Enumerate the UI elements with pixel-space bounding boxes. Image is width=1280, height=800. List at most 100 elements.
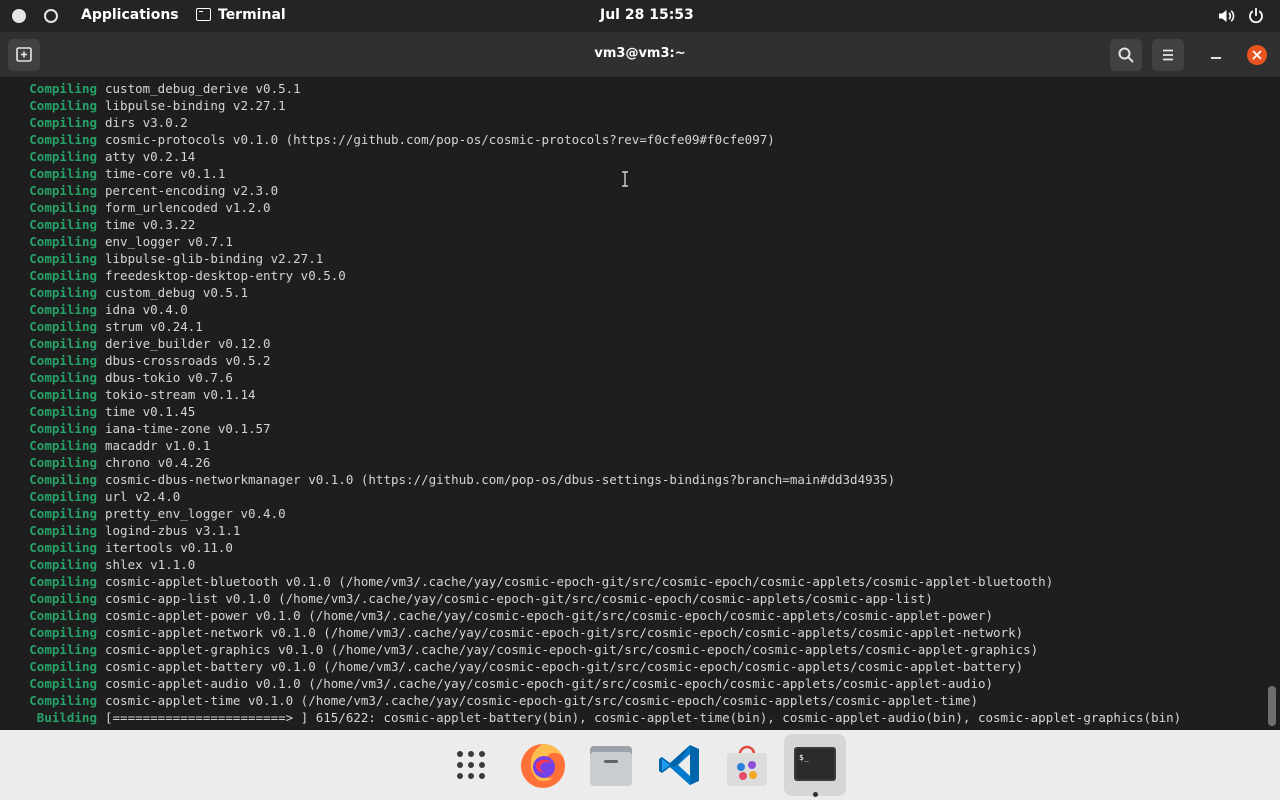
- terminal-line: Compiling freedesktop-desktop-entry v0.5.…: [0, 267, 1262, 284]
- dock-item-app-grid[interactable]: [440, 734, 502, 796]
- search-icon: [1118, 47, 1134, 63]
- build-status-label: Compiling: [29, 693, 97, 708]
- scrollbar-thumb[interactable]: [1268, 686, 1276, 726]
- build-line-text: url v2.4.0: [105, 489, 181, 504]
- build-line-text: dbus-crossroads v0.5.2: [105, 353, 271, 368]
- app-grid-icon: [457, 751, 485, 779]
- terminal-line: Compiling form_urlencoded v1.2.0: [0, 199, 1262, 216]
- build-status-label: Compiling: [29, 234, 97, 249]
- build-line-text: logind-zbus v3.1.1: [105, 523, 241, 538]
- new-tab-button[interactable]: [8, 39, 40, 71]
- dock-item-vscode[interactable]: [648, 734, 710, 796]
- terminal-line: Compiling derive_builder v0.12.0: [0, 335, 1262, 352]
- build-line-text: pretty_env_logger v0.4.0: [105, 506, 286, 521]
- build-status-label: Compiling: [29, 285, 97, 300]
- build-status-label: Compiling: [29, 319, 97, 334]
- build-status-label: Compiling: [29, 608, 97, 623]
- terminal-line: Compiling atty v0.2.14: [0, 148, 1262, 165]
- build-line-text: cosmic-applet-audio v0.1.0 (/home/vm3/.c…: [105, 676, 994, 691]
- terminal-line: Compiling time-core v0.1.1: [0, 165, 1262, 182]
- build-status-label: Compiling: [29, 506, 97, 521]
- build-status-label: Compiling: [29, 659, 97, 674]
- terminal-line: Compiling pretty_env_logger v0.4.0: [0, 505, 1262, 522]
- terminal-line: Compiling cosmic-applet-graphics v0.1.0 (…: [0, 641, 1262, 658]
- build-line-text: idna v0.4.0: [105, 302, 188, 317]
- build-line-text: time v0.3.22: [105, 217, 196, 232]
- applications-menu[interactable]: Applications: [81, 7, 179, 23]
- new-tab-icon: [16, 47, 32, 62]
- terminal-output[interactable]: Compiling custom_debug_derive v0.5.1 Compi…: [0, 79, 1280, 730]
- terminal-line: Compiling dirs v3.0.2: [0, 114, 1262, 131]
- terminal-line: Compiling cosmic-applet-bluetooth v0.1.0 …: [0, 573, 1262, 590]
- build-status-label: Compiling: [29, 370, 97, 385]
- build-line-text: libpulse-glib-binding v2.27.1: [105, 251, 324, 266]
- terminal-line: Compiling url v2.4.0: [0, 488, 1262, 505]
- active-app-label: Terminal: [218, 7, 286, 23]
- terminal-line: Compiling percent-encoding v2.3.0: [0, 182, 1262, 199]
- clock[interactable]: Jul 28 15:53: [600, 7, 694, 23]
- volume-icon[interactable]: [1216, 6, 1236, 26]
- build-line-text: [=======================> ] 615/622: cos…: [105, 710, 1182, 725]
- terminal-line: Compiling itertools v0.11.0: [0, 539, 1262, 556]
- dock-item-firefox[interactable]: [512, 734, 574, 796]
- build-status-label: Compiling: [29, 472, 97, 487]
- build-status-label: Compiling: [29, 149, 97, 164]
- terminal-line: Compiling cosmic-protocols v0.1.0 (https:…: [0, 131, 1262, 148]
- build-line-text: cosmic-applet-power v0.1.0 (/home/vm3/.c…: [105, 608, 994, 623]
- build-line-text: atty v0.2.14: [105, 149, 196, 164]
- build-status-label: Compiling: [29, 438, 97, 453]
- build-line-text: cosmic-applet-battery v0.1.0 (/home/vm3/…: [105, 659, 1024, 674]
- build-status-label: Compiling: [29, 540, 97, 555]
- hamburger-icon: [1163, 49, 1173, 61]
- build-status-label: Compiling: [29, 642, 97, 657]
- firefox-icon: [521, 744, 565, 788]
- active-app-menu[interactable]: Terminal: [196, 7, 286, 23]
- search-button[interactable]: [1110, 39, 1142, 71]
- build-line-text: cosmic-applet-time v0.1.0 (/home/vm3/.ca…: [105, 693, 978, 708]
- minimize-button[interactable]: [1205, 46, 1227, 66]
- build-line-text: percent-encoding v2.3.0: [105, 183, 279, 198]
- build-line-text: cosmic-applet-bluetooth v0.1.0 (/home/vm…: [105, 574, 1054, 589]
- build-status-label: Compiling: [29, 421, 97, 436]
- build-line-text: strum v0.24.1: [105, 319, 203, 334]
- terminal-line: Building [=======================> ] 615/…: [0, 709, 1262, 726]
- workspace-ring-icon[interactable]: [44, 9, 58, 23]
- build-line-text: chrono v0.4.26: [105, 455, 211, 470]
- dock-item-terminal[interactable]: $_: [784, 734, 846, 797]
- power-icon[interactable]: [1246, 6, 1266, 26]
- build-status-label: Compiling: [29, 676, 97, 691]
- terminal-line: Compiling cosmic-applet-audio v0.1.0 (/ho…: [0, 675, 1262, 692]
- dock-item-software-store[interactable]: [716, 734, 778, 796]
- build-status-label: Compiling: [29, 268, 97, 283]
- terminal-line: Compiling custom_debug_derive v0.5.1: [0, 80, 1262, 97]
- build-line-text: libpulse-binding v2.27.1: [105, 98, 286, 113]
- build-line-text: macaddr v1.0.1: [105, 438, 211, 453]
- build-line-text: dirs v3.0.2: [105, 115, 188, 130]
- build-status-label: Compiling: [29, 336, 97, 351]
- build-status-label: Compiling: [29, 489, 97, 504]
- hamburger-menu-button[interactable]: [1152, 39, 1184, 71]
- terminal-line: Compiling time v0.3.22: [0, 216, 1262, 233]
- close-button[interactable]: [1247, 45, 1267, 65]
- terminal-line: Compiling shlex v1.1.0: [0, 556, 1262, 573]
- terminal-line: Compiling iana-time-zone v0.1.57: [0, 420, 1262, 437]
- terminal-line: Compiling cosmic-applet-power v0.1.0 (/ho…: [0, 607, 1262, 624]
- build-status-label: Compiling: [29, 115, 97, 130]
- build-line-text: form_urlencoded v1.2.0: [105, 200, 271, 215]
- build-status-label: Compiling: [29, 404, 97, 419]
- build-line-text: freedesktop-desktop-entry v0.5.0: [105, 268, 346, 283]
- terminal-line: Compiling macaddr v1.0.1: [0, 437, 1262, 454]
- build-status-label: Building: [36, 710, 97, 725]
- text-cursor-icon: [622, 171, 628, 187]
- dock-item-files[interactable]: [580, 734, 642, 796]
- terminal-line: Compiling cosmic-app-list v0.1.0 (/home/v…: [0, 590, 1262, 607]
- vscode-icon: [659, 745, 699, 785]
- build-line-text: custom_debug v0.5.1: [105, 285, 248, 300]
- build-status-label: Compiling: [29, 200, 97, 215]
- svg-text:$_: $_: [799, 753, 809, 762]
- terminal-line: Compiling dbus-tokio v0.7.6: [0, 369, 1262, 386]
- build-status-label: Compiling: [29, 574, 97, 589]
- terminal-line: Compiling time v0.1.45: [0, 403, 1262, 420]
- workspace-dot-icon[interactable]: [12, 9, 26, 23]
- build-line-text: cosmic-dbus-networkmanager v0.1.0 (https…: [105, 472, 896, 487]
